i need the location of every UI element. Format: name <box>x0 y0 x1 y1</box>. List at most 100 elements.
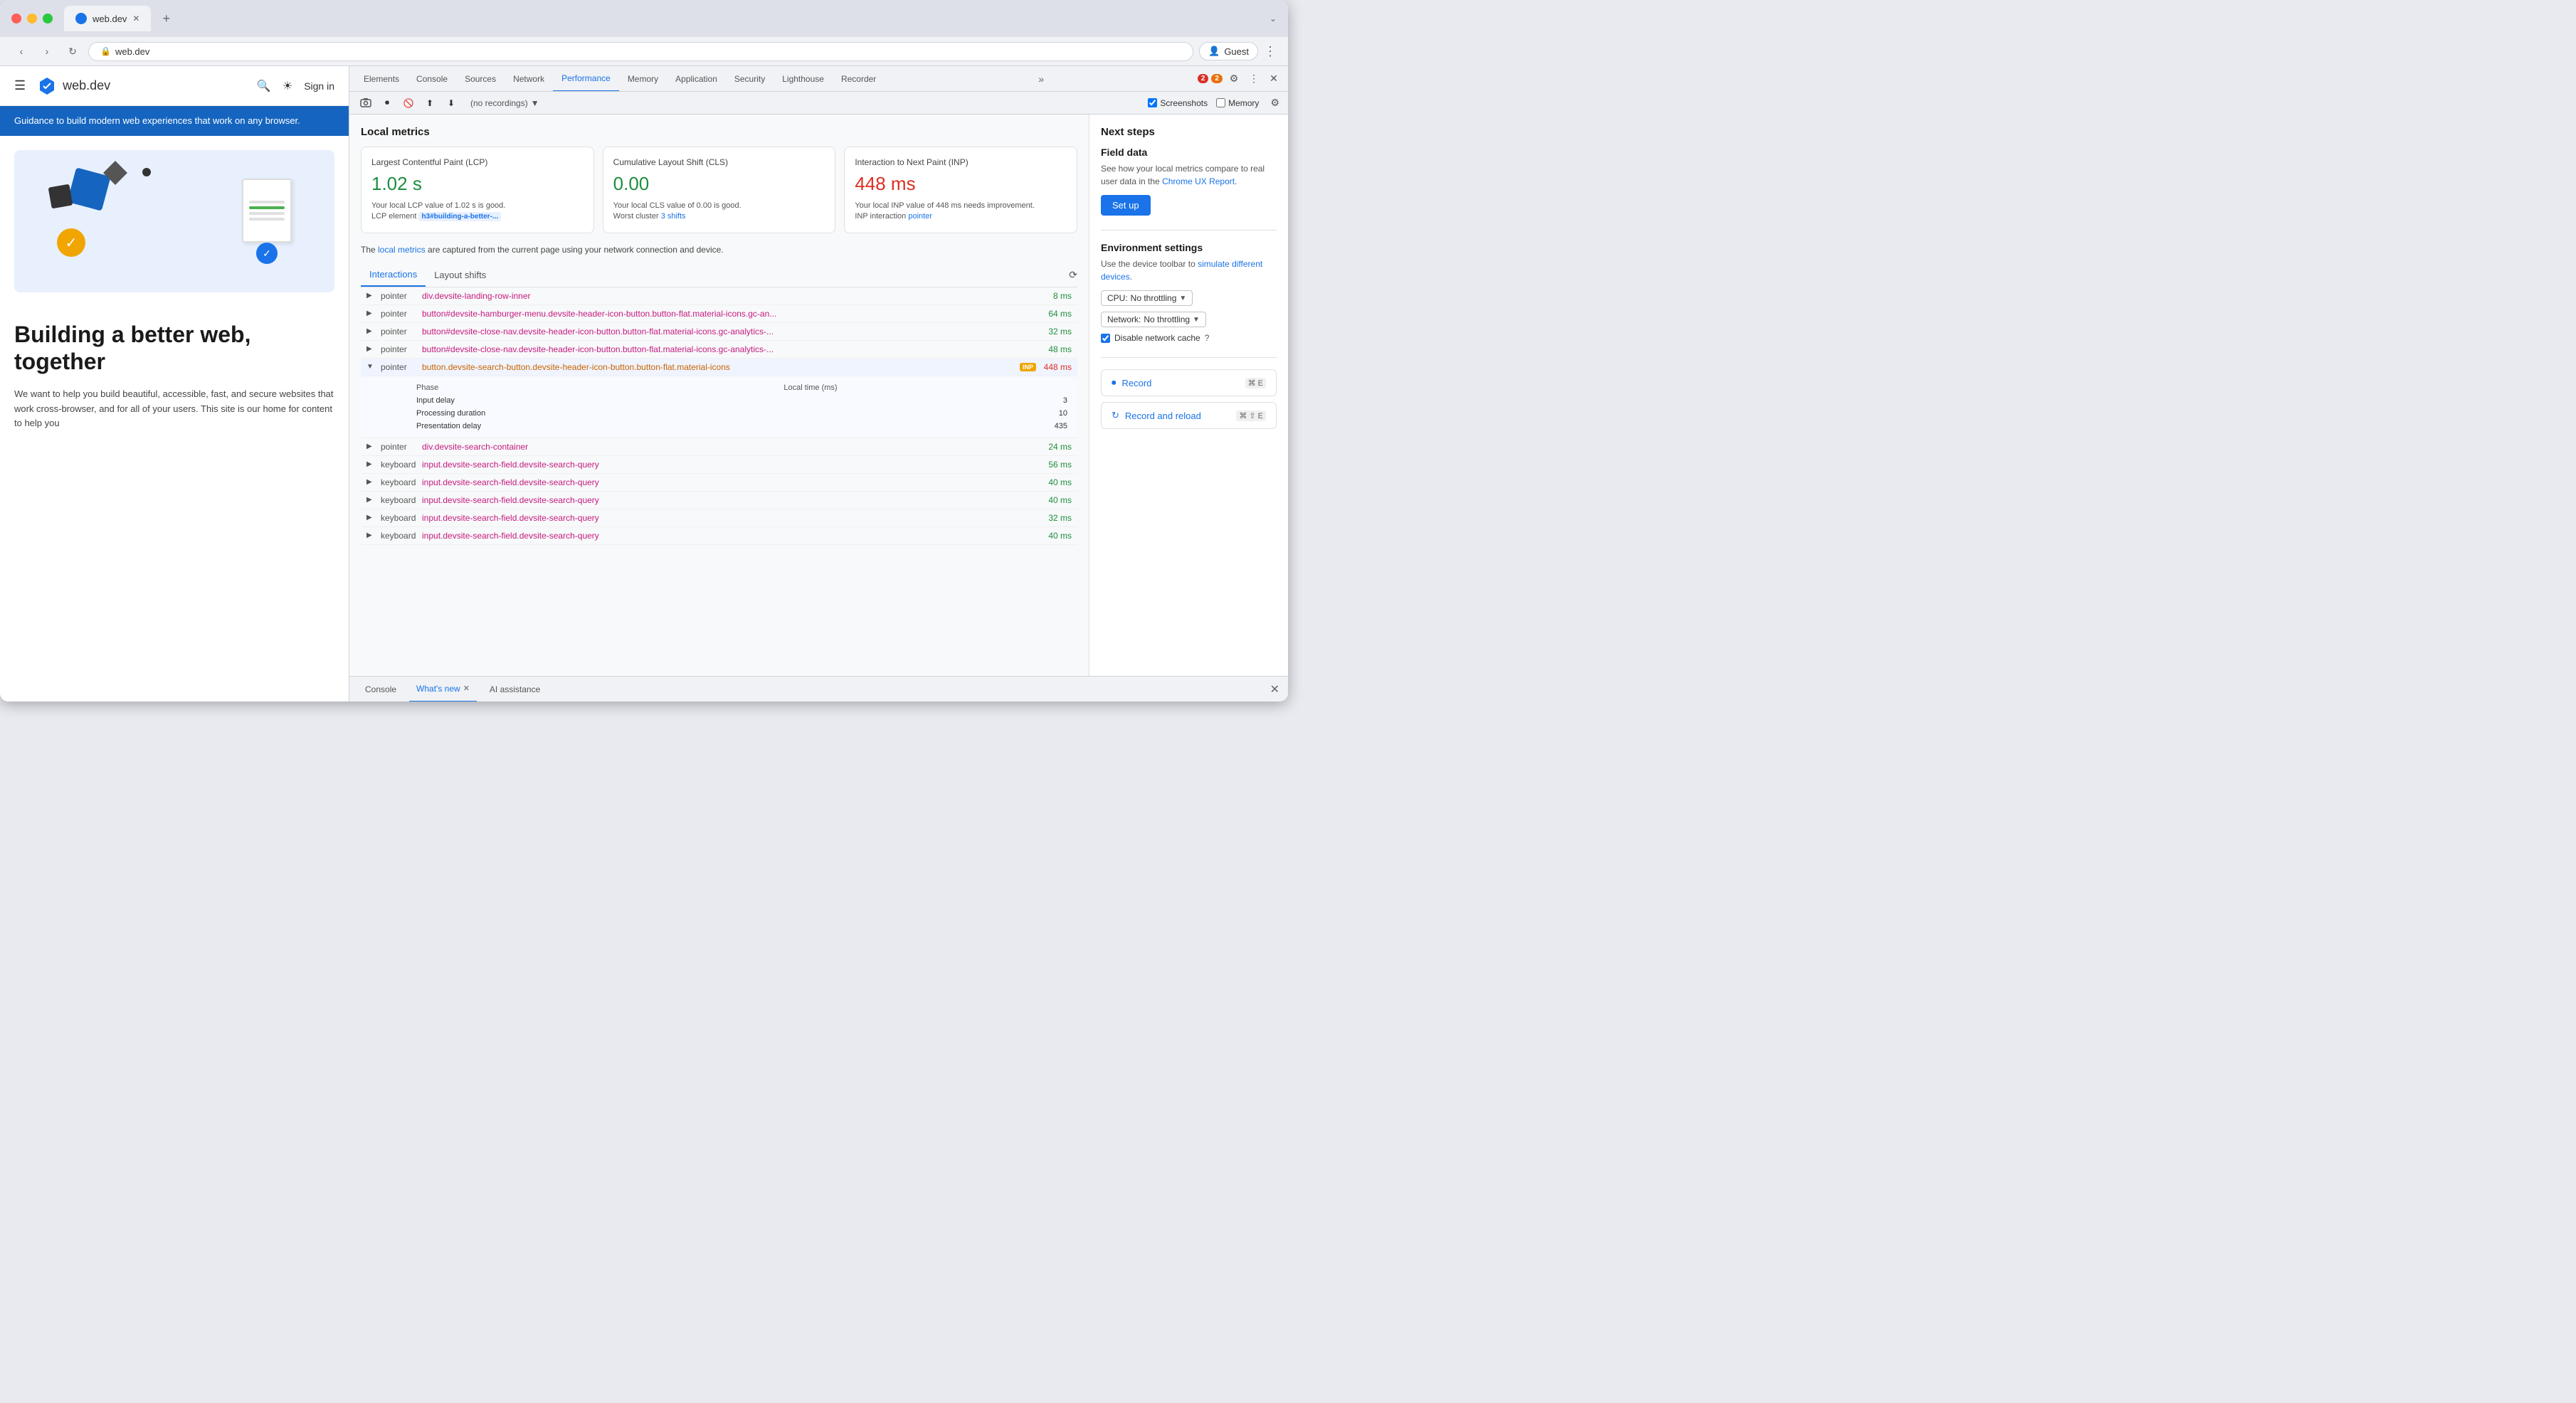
table-row[interactable]: ▶ pointer div.devsite-landing-row-inner … <box>361 287 1077 305</box>
error-badge: 2 <box>1198 74 1209 83</box>
maximize-window-button[interactable] <box>43 14 53 23</box>
setup-button[interactable]: Set up <box>1101 195 1151 216</box>
row-toggle-icon[interactable]: ▶ <box>366 460 375 468</box>
table-row[interactable]: ▶ pointer button#devsite-close-nav.devsi… <box>361 323 1077 341</box>
lcp-detail-link[interactable]: h3#building-a-better-... <box>418 212 501 221</box>
row-toggle-icon[interactable]: ▶ <box>366 309 375 317</box>
screenshots-checkbox[interactable] <box>1148 98 1157 107</box>
table-row[interactable]: ▶ pointer div.devsite-search-container 2… <box>361 438 1077 456</box>
reload-circle-icon: ↻ <box>1112 410 1119 421</box>
capture-screenshot-button[interactable] <box>358 95 374 111</box>
bottom-tab-ai[interactable]: AI assistance <box>482 677 547 702</box>
field-data-section: Field data See how your local metrics co… <box>1101 147 1277 216</box>
info-bar: The local metrics are captured from the … <box>361 245 1077 255</box>
bottom-tab-console[interactable]: Console <box>358 677 403 702</box>
reload-button[interactable]: ↻ <box>63 41 83 61</box>
bottom-bar: Console What's new ✕ AI assistance ✕ <box>349 676 1288 702</box>
layout-shifts-tab[interactable]: Layout shifts <box>426 264 495 286</box>
tab-close-button[interactable]: ✕ <box>132 14 139 23</box>
hamburger-icon[interactable]: ☰ <box>14 78 26 93</box>
table-row[interactable]: ▶ keyboard input.devsite-search-field.de… <box>361 492 1077 509</box>
recordings-dropdown[interactable]: (no recordings) ▼ <box>465 97 545 110</box>
record-reload-shortcut: ⌘ ⇧ E <box>1236 411 1266 421</box>
record-button[interactable]: ⏺ <box>379 95 395 111</box>
row-toggle-icon[interactable]: ▶ <box>366 443 375 450</box>
tab-lighthouse[interactable]: Lighthouse <box>774 66 833 92</box>
row-toggle-icon[interactable]: ▶ <box>366 496 375 504</box>
load-profile-button[interactable]: ⬆ <box>422 95 438 111</box>
profile-button[interactable]: 👤 Guest <box>1199 42 1258 60</box>
row-time: 56 ms <box>1036 460 1072 470</box>
settings-button[interactable]: ⚙ <box>1225 70 1242 88</box>
close-window-button[interactable] <box>11 14 21 23</box>
tab-elements[interactable]: Elements <box>355 66 408 92</box>
table-row[interactable]: ▶ keyboard input.devsite-search-field.de… <box>361 527 1077 545</box>
lcp-value: 1.02 s <box>371 173 584 195</box>
camera-icon <box>360 97 371 109</box>
screenshots-label: Screenshots <box>1160 98 1208 108</box>
tab-sources[interactable]: Sources <box>456 66 505 92</box>
browser-tab[interactable]: web.dev ✕ <box>64 6 151 31</box>
tab-memory[interactable]: Memory <box>619 66 667 92</box>
save-profile-button[interactable]: ⬇ <box>443 95 459 111</box>
row-toggle-icon[interactable]: ▶ <box>366 327 375 335</box>
table-row[interactable]: ▼ pointer button.devsite-search-button.d… <box>361 359 1077 376</box>
record-button[interactable]: ⏺ Record ⌘ E <box>1101 369 1277 396</box>
row-toggle-icon[interactable]: ▶ <box>366 345 375 353</box>
tab-console[interactable]: Console <box>408 66 456 92</box>
back-button[interactable]: ‹ <box>11 41 31 61</box>
tab-recorder[interactable]: Recorder <box>833 66 885 92</box>
row-toggle-icon[interactable]: ▶ <box>366 292 375 300</box>
table-row[interactable]: ▶ keyboard input.devsite-search-field.de… <box>361 456 1077 474</box>
row-selector: button.devsite-search-button.devsite-hea… <box>422 362 1017 372</box>
table-row[interactable]: ▶ keyboard input.devsite-search-field.de… <box>361 474 1077 492</box>
disable-cache-checkbox[interactable] <box>1101 334 1110 343</box>
table-row[interactable]: ▶ pointer button#devsite-close-nav.devsi… <box>361 341 1077 359</box>
tab-network[interactable]: Network <box>505 66 553 92</box>
row-toggle-icon[interactable]: ▶ <box>366 514 375 522</box>
inp-detail-link[interactable]: pointer <box>908 212 932 221</box>
cls-detail-link[interactable]: 3 shifts <box>661 212 686 221</box>
url-bar[interactable]: 🔒 web.dev <box>88 42 1193 61</box>
table-row[interactable]: ▶ pointer button#devsite-hamburger-menu.… <box>361 305 1077 323</box>
disable-cache-label[interactable]: Disable network cache <box>1114 333 1200 343</box>
record-reload-button[interactable]: ↻ Record and reload ⌘ ⇧ E <box>1101 402 1277 429</box>
capture-settings-button[interactable]: ⚙ <box>1270 97 1279 109</box>
chrome-ux-report-link[interactable]: Chrome UX Report <box>1162 176 1235 186</box>
network-throttle-select[interactable]: Network: No throttling ▼ <box>1101 312 1206 327</box>
interactions-tab[interactable]: Interactions <box>361 263 426 287</box>
expand-icon[interactable]: ⌄ <box>1269 14 1277 23</box>
tab-security[interactable]: Security <box>726 66 774 92</box>
tab-performance[interactable]: Performance <box>553 66 619 92</box>
more-tabs-button[interactable]: » <box>1038 73 1044 85</box>
cpu-select-label: CPU: <box>1107 293 1128 303</box>
inp-card: Interaction to Next Paint (INP) 448 ms Y… <box>844 147 1077 233</box>
memory-checkbox[interactable] <box>1216 98 1225 107</box>
forward-button[interactable]: › <box>37 41 57 61</box>
sign-in-button[interactable]: Sign in <box>304 80 334 92</box>
local-metrics-link[interactable]: local metrics <box>378 245 426 255</box>
minimize-window-button[interactable] <box>27 14 37 23</box>
help-icon[interactable]: ? <box>1205 333 1210 343</box>
screenshots-checkbox-label[interactable]: Screenshots <box>1148 98 1208 108</box>
close-devtools-button[interactable]: ✕ <box>1265 70 1282 88</box>
table-row[interactable]: ▶ keyboard input.devsite-search-field.de… <box>361 509 1077 527</box>
theme-toggle-icon[interactable]: ☀ <box>283 79 292 93</box>
cpu-select-value: No throttling <box>1131 293 1177 303</box>
search-icon[interactable]: 🔍 <box>257 79 271 93</box>
bottom-tab-whats-new[interactable]: What's new ✕ <box>409 677 477 702</box>
whats-new-close-icon[interactable]: ✕ <box>463 684 470 693</box>
clear-button[interactable]: 🚫 <box>401 95 416 111</box>
row-toggle-icon[interactable]: ▶ <box>366 478 375 486</box>
browser-menu-button[interactable]: ⋮ <box>1264 44 1277 59</box>
new-tab-button[interactable]: + <box>157 9 176 29</box>
row-toggle-icon[interactable]: ▼ <box>366 363 375 371</box>
cpu-throttle-select[interactable]: CPU: No throttling ▼ <box>1101 290 1193 306</box>
record-shortcut: ⌘ E <box>1245 378 1266 388</box>
memory-checkbox-label[interactable]: Memory <box>1216 98 1259 108</box>
close-bottom-bar-button[interactable]: ✕ <box>1270 682 1279 697</box>
devtools-more-button[interactable]: ⋮ <box>1245 70 1262 88</box>
tab-application[interactable]: Application <box>667 66 726 92</box>
refresh-icon[interactable]: ⟳ <box>1069 269 1077 281</box>
row-toggle-icon[interactable]: ▶ <box>366 531 375 539</box>
